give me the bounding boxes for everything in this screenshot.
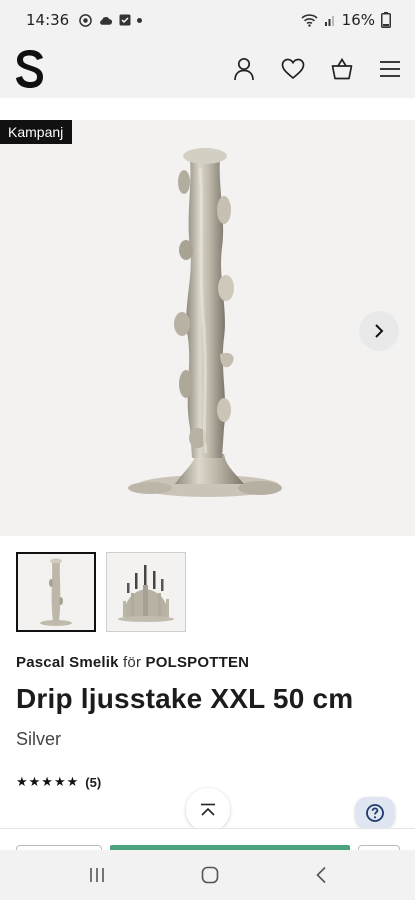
thumbnail-strip: [16, 552, 186, 632]
product-rating[interactable]: ★★★★★ (5): [16, 774, 101, 790]
header-actions: [233, 57, 401, 81]
thumbnail-candelabra-group[interactable]: [106, 552, 186, 632]
designer-link[interactable]: Pascal Smelik: [16, 654, 119, 671]
product-image: [128, 148, 282, 497]
status-time: 14:36: [26, 11, 70, 29]
status-notification-icons: [79, 13, 143, 27]
account-icon[interactable]: [233, 57, 255, 81]
purchase-bar: [0, 828, 415, 850]
battery-percent: 16%: [341, 11, 375, 29]
gallery-next-button[interactable]: [359, 311, 399, 351]
android-nav-bar: [0, 850, 415, 900]
battery-icon: [381, 12, 391, 28]
chevron-right-icon: [375, 324, 384, 338]
more-notifications-dot: [137, 17, 143, 23]
basket-icon[interactable]: [331, 58, 353, 80]
brand-line: Pascal Smelik för POLSPOTTEN: [16, 654, 249, 671]
review-count: (5): [85, 774, 102, 790]
home-icon[interactable]: [201, 866, 219, 884]
thumbnail-candlestick[interactable]: [16, 552, 96, 632]
thumbnail-candlestick-image: [40, 558, 72, 626]
signal-icon: [324, 16, 334, 26]
cloud-icon: [100, 16, 113, 25]
product-gallery[interactable]: Kampanj: [0, 120, 415, 536]
scrolled-breadcrumb-remnant: [0, 98, 415, 120]
brand-link[interactable]: POLSPOTTEN: [146, 654, 250, 671]
status-bar: 14:36 16%: [0, 0, 415, 40]
for-word: för: [123, 654, 142, 671]
product-title: Drip ljusstake XXL 50 cm: [16, 683, 354, 714]
back-icon[interactable]: [315, 866, 327, 884]
scroll-to-top-button[interactable]: [186, 788, 230, 832]
wifi-icon: [301, 13, 318, 27]
chrome-icon: [79, 13, 93, 27]
product-variant: Silver: [16, 729, 62, 749]
campaign-badge: Kampanj: [0, 120, 73, 144]
help-button[interactable]: [355, 797, 395, 829]
chevron-up-icon: [201, 803, 215, 816]
recent-apps-icon[interactable]: [88, 867, 106, 883]
logo-s-icon: [16, 50, 43, 88]
site-header: [0, 40, 415, 98]
question-mark-icon: [366, 804, 384, 822]
site-logo[interactable]: [14, 47, 46, 91]
thumbnail-candelabra-image: [118, 565, 174, 622]
rating-stars: ★★★★★: [16, 774, 80, 789]
menu-icon[interactable]: [379, 60, 401, 78]
heart-icon[interactable]: [281, 58, 305, 80]
check-box-icon: [119, 14, 131, 26]
